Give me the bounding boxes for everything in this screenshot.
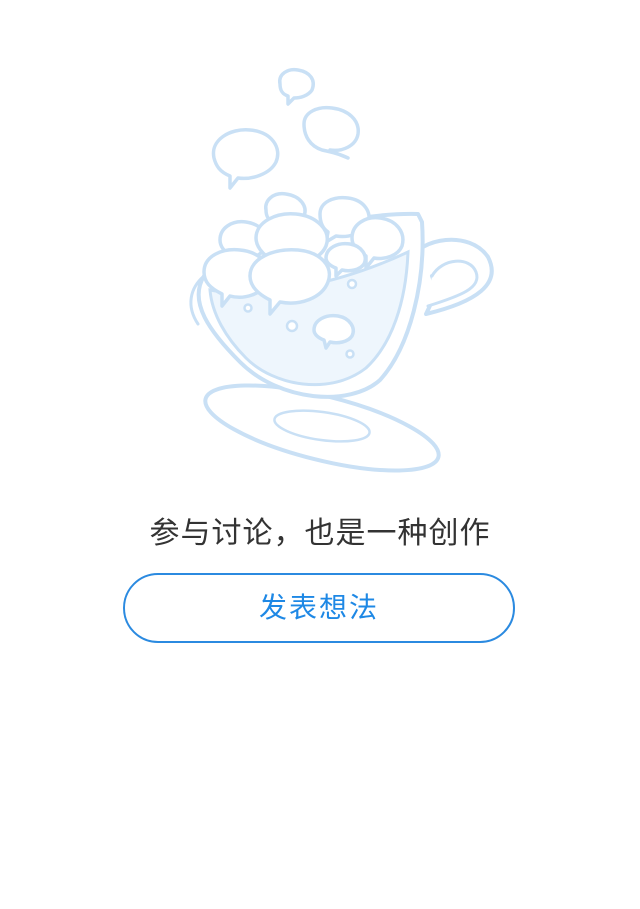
empty-state-screen: 参与讨论，也是一种创作 发表想法 [0, 0, 640, 909]
empty-state-message: 参与讨论，也是一种创作 [149, 516, 491, 551]
coffee-cup-speech-bubbles-icon [189, 67, 494, 473]
post-idea-button[interactable]: 发表想法 [123, 573, 515, 643]
